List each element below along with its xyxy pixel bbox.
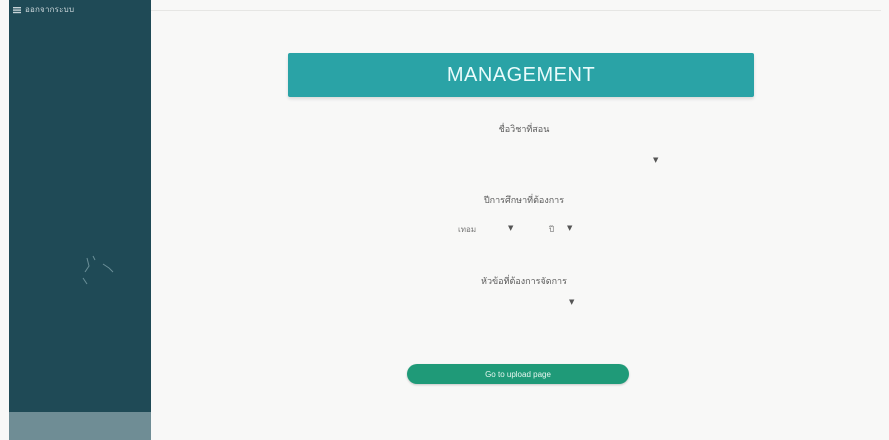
manage-topic-select[interactable]: ▼ (569, 298, 574, 306)
logout-link[interactable]: ออกจากระบบ (13, 3, 74, 16)
chevron-down-icon[interactable]: ▼ (567, 224, 572, 232)
sidebar: ออกจากระบบ (9, 0, 151, 440)
subject-select[interactable]: ▼ (653, 156, 658, 164)
menu-icon (13, 6, 21, 13)
academic-year-label: ปีการศึกษาที่ต้องการ (483, 196, 565, 206)
semester-select[interactable]: เทอม (458, 223, 476, 236)
management-form: MANAGEMENT ชื่อวิชาที่สอน ▼ ปีการศึกษาที… (151, 18, 881, 440)
decorative-scratch-icon (82, 255, 114, 285)
management-banner: MANAGEMENT (288, 53, 754, 97)
subject-label: ชื่อวิชาที่สอน (498, 125, 550, 135)
chevron-down-icon[interactable]: ▼ (508, 224, 513, 232)
manage-topic-label: หัวข้อที่ต้องการจัดการ (481, 277, 567, 287)
page-title: MANAGEMENT (446, 63, 596, 86)
go-to-upload-button[interactable]: Go to upload page (407, 364, 629, 384)
sidebar-footer (9, 412, 151, 440)
top-divider (151, 10, 881, 11)
year-select[interactable]: ปี (549, 223, 554, 236)
sidebar-title: ออกจากระบบ (25, 5, 75, 14)
app-window: ออกจากระบบ MANAGEMENT ชื่อวิชาที่สอน ▼ ป… (0, 0, 889, 440)
